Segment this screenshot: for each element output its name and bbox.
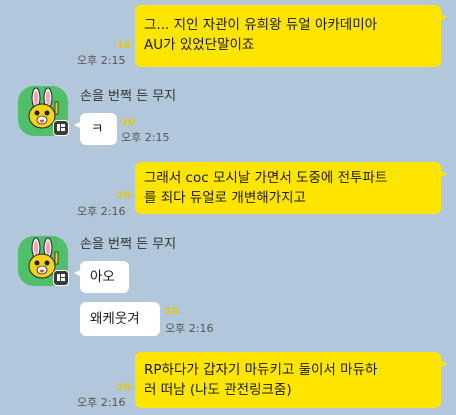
message-line: RP하다가 갑자기 마듀키고 둘이서 마듀하 bbox=[144, 362, 378, 378]
sender-name: 손을 번쩍 든 무지 bbox=[80, 89, 177, 104]
message-text: 아오 bbox=[90, 269, 115, 285]
message-line: 를 죄다 듀얼로 개변해가지고 bbox=[144, 190, 306, 206]
message-time: 오후 2:15 bbox=[77, 54, 126, 67]
message-time: 오후 2:16 bbox=[77, 205, 126, 218]
multi-profile-badge-icon bbox=[53, 120, 69, 136]
unread-count: 10 bbox=[117, 40, 131, 51]
my-message-bubble[interactable]: RP하다가 갑자기 마듀키고 둘이서 마듀하 러 떠남 (나도 관전링크줌) bbox=[135, 352, 447, 408]
unread-count: 10 bbox=[165, 306, 179, 317]
sender-name: 손을 번쩍 든 무지 bbox=[80, 237, 177, 252]
unread-count: 10 bbox=[121, 117, 135, 128]
chat-room: 그... 지인 자관이 유희왕 듀얼 아카데미아 AU가 있었단말이죠 10 오… bbox=[0, 0, 456, 415]
message-line: 그... 지인 자관이 유희왕 듀얼 아카데미아 bbox=[144, 17, 378, 33]
their-message-bubble[interactable]: 아오 bbox=[74, 261, 129, 293]
message-text: ㅋ bbox=[91, 121, 104, 137]
message-line: 러 떠남 (나도 관전링크줌) bbox=[144, 382, 292, 398]
message-line: 그래서 coc 모시날 가면서 도중에 전투파트 bbox=[144, 170, 388, 186]
message-text: 왜케웃겨 bbox=[90, 311, 140, 327]
unread-count: 10 bbox=[117, 190, 131, 201]
their-message-bubble[interactable]: ㅋ bbox=[74, 113, 117, 145]
their-message-bubble[interactable]: 왜케웃겨 bbox=[80, 302, 160, 336]
unread-count: 10 bbox=[117, 382, 131, 393]
message-line: AU가 있었단말이죠 bbox=[144, 37, 255, 53]
message-time: 오후 2:16 bbox=[77, 396, 126, 409]
multi-profile-badge-icon bbox=[53, 270, 69, 286]
my-message-bubble[interactable]: 그... 지인 자관이 유희왕 듀얼 아카데미아 AU가 있었단말이죠 bbox=[135, 5, 447, 67]
message-time: 오후 2:16 bbox=[165, 322, 214, 335]
my-message-bubble[interactable]: 그래서 coc 모시날 가면서 도중에 전투파트 를 죄다 듀얼로 개변해가지고 bbox=[135, 162, 447, 214]
message-time: 오후 2:15 bbox=[121, 131, 170, 144]
